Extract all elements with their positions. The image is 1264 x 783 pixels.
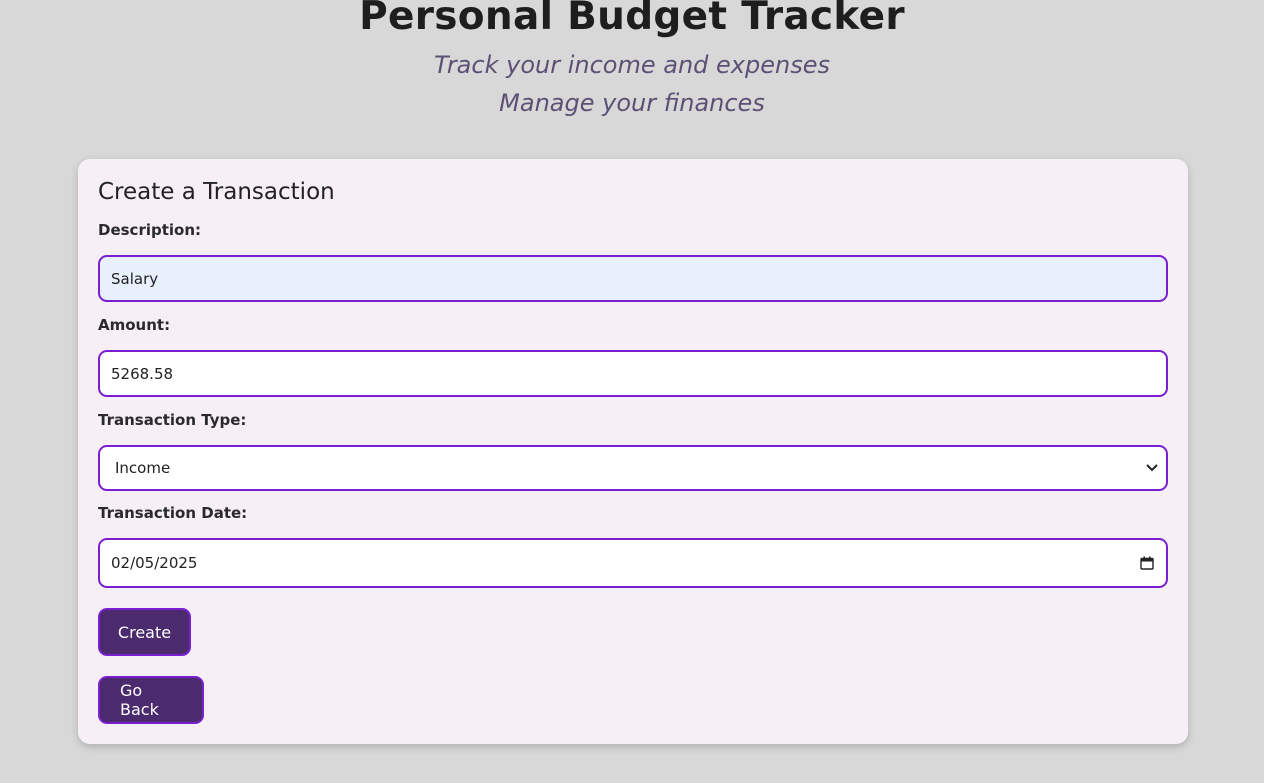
amount-input[interactable]: 5268.58 (98, 350, 1168, 397)
amount-label: Amount: (98, 316, 171, 334)
page: Personal Budget Tracker Track your incom… (0, 0, 1264, 783)
transaction-type-label: Transaction Type: (98, 411, 247, 429)
transaction-date-label: Transaction Date: (98, 504, 248, 522)
form-heading: Create a Transaction (98, 179, 335, 205)
transaction-date-value: 02/05/2025 (111, 554, 198, 572)
description-input[interactable]: Salary (98, 255, 1168, 302)
transaction-type-value: Income (115, 459, 171, 477)
subtitle-line-1: Track your income and expenses (434, 51, 830, 79)
description-value: Salary (111, 269, 159, 288)
description-label: Description: (98, 221, 202, 239)
transaction-date-input[interactable]: 02/05/2025 (98, 538, 1168, 588)
page-title: Personal Budget Tracker (359, 0, 905, 39)
create-button[interactable]: Create (98, 608, 191, 656)
go-back-button[interactable]: Go Back (98, 676, 204, 724)
calendar-icon[interactable] (1139, 555, 1155, 571)
transaction-form-card: Create a Transaction Description: Salary… (78, 159, 1188, 744)
chevron-down-icon (1144, 460, 1160, 476)
subtitle-line-2: Manage your finances (499, 89, 765, 117)
transaction-type-select[interactable]: Income (98, 445, 1168, 491)
amount-value: 5268.58 (111, 364, 174, 383)
